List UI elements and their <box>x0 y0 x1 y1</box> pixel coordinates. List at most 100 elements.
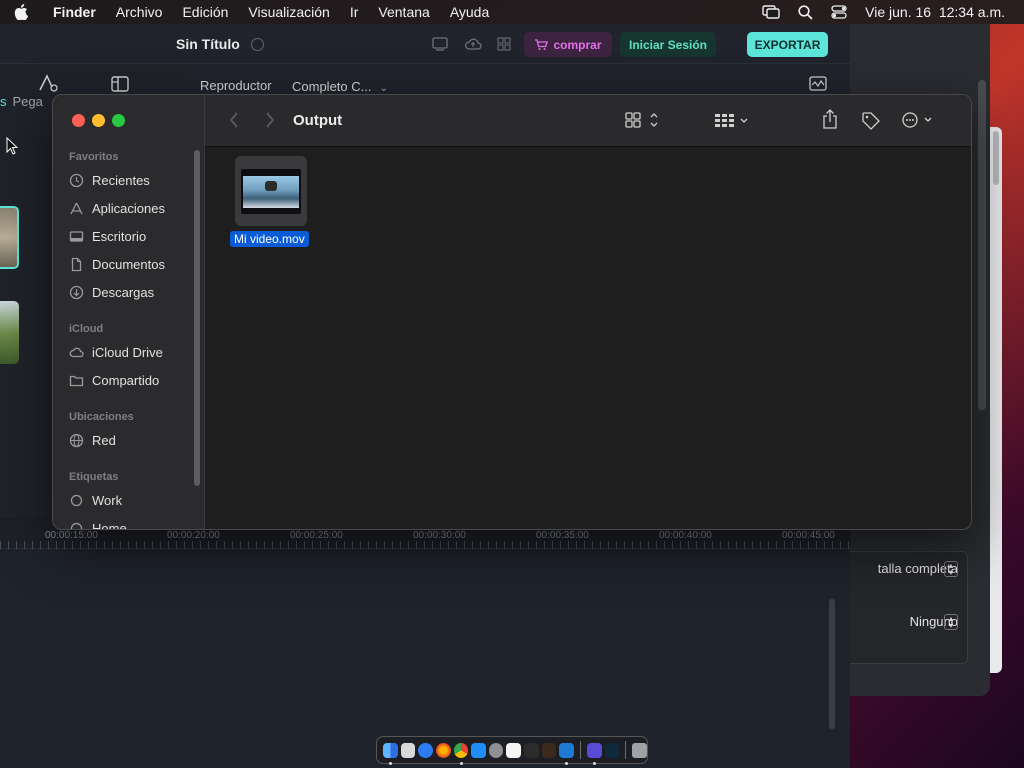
tab-pegatinas[interactable]: s Pega <box>0 94 43 109</box>
icon-view-icon[interactable] <box>625 112 661 128</box>
document-icon <box>71 257 82 271</box>
close-window-button[interactable] <box>72 114 85 127</box>
app-store-dock-icon[interactable] <box>471 742 486 758</box>
control-center-icon[interactable] <box>831 5 847 19</box>
notes-dock-icon[interactable] <box>506 742 522 758</box>
trash-icon[interactable] <box>632 742 647 758</box>
sidebar-item-label: Documentos <box>92 256 165 272</box>
sidebar-item-documentos[interactable]: Documentos <box>69 253 165 275</box>
finder-file-area[interactable]: Mi video.mov <box>205 147 971 529</box>
media-thumbnail[interactable] <box>0 301 19 364</box>
editor-dock-icon[interactable] <box>587 742 602 765</box>
chrome-dock-icon[interactable] <box>453 742 469 765</box>
firefox-dock-icon[interactable] <box>435 742 451 758</box>
login-button[interactable]: Iniciar Sesión <box>620 32 716 57</box>
menu-app-name[interactable]: Finder <box>53 4 96 20</box>
background-window-edge <box>990 127 1002 673</box>
mouse-pointer-icon <box>6 136 19 160</box>
dock <box>376 736 648 765</box>
background-scrollbar[interactable] <box>993 131 999 185</box>
menu-archivo[interactable]: Archivo <box>116 4 163 20</box>
display-mode-stepper-icon[interactable]: ▴ ▾ <box>944 561 958 577</box>
project-status-icon <box>251 38 264 51</box>
share-icon[interactable] <box>822 109 838 129</box>
media-dock-icon[interactable] <box>604 742 620 758</box>
timecode-label: 00:00:35:00 <box>536 530 589 541</box>
shared-folder-icon <box>69 375 84 386</box>
more-actions-icon[interactable] <box>902 112 936 128</box>
sidebar-item-tag-work[interactable]: Work <box>69 489 122 511</box>
menu-ir[interactable]: Ir <box>350 4 359 20</box>
spotlight-search-icon[interactable] <box>798 4 813 20</box>
menu-edicion[interactable]: Edición <box>182 4 228 20</box>
sidebar-item-label: Home <box>92 520 127 530</box>
zoom-window-button[interactable] <box>112 114 125 127</box>
minimize-window-button[interactable] <box>92 114 105 127</box>
desktop-icon <box>69 230 84 242</box>
waveform-monitor-icon[interactable] <box>809 76 827 96</box>
sidebar-item-label: Escritorio <box>92 228 147 244</box>
forward-chevron-icon[interactable] <box>265 112 275 128</box>
player-mode-select[interactable]: Completo C... ⌄ <box>292 79 388 94</box>
finder-window: Favoritos Recientes Aplicaciones Escrito… <box>52 94 972 530</box>
sidebar-item-descargas[interactable]: Descargas <box>69 281 154 303</box>
clock-icon <box>69 173 84 187</box>
sidebar-item-compartido[interactable]: Compartido <box>69 369 159 391</box>
screen-mirroring-icon[interactable] <box>762 5 780 19</box>
export-button[interactable]: EXPORTAR <box>747 32 828 57</box>
back-chevron-icon[interactable] <box>229 112 239 128</box>
network-globe-icon <box>69 433 84 447</box>
sidebar-item-recientes[interactable]: Recientes <box>69 169 150 191</box>
sidebar-item-label: Red <box>92 432 116 448</box>
finder-sidebar: Favoritos Recientes Aplicaciones Escrito… <box>53 95 205 530</box>
file-name-label[interactable]: Mi video.mov <box>230 231 309 247</box>
apple-menu-icon[interactable] <box>14 4 40 20</box>
group-by-icon[interactable] <box>714 112 750 128</box>
vscode-dock-icon[interactable] <box>559 742 575 765</box>
monitor-icon[interactable] <box>432 37 448 51</box>
dock-separator <box>625 741 627 759</box>
sidebar-item-red[interactable]: Red <box>69 429 116 451</box>
sidebar-item-tag-home[interactable]: Home <box>69 517 127 530</box>
grid-apps-icon[interactable] <box>497 37 513 51</box>
terminal-dock-icon[interactable] <box>524 742 539 758</box>
timecode-label: 00:00:30:00 <box>413 530 466 541</box>
sidebar-item-aplicaciones[interactable]: Aplicaciones <box>69 197 165 219</box>
option-stepper-icon[interactable]: ▴ ▾ <box>944 614 958 630</box>
system-settings-dock-icon[interactable] <box>488 742 504 758</box>
menu-visualizacion[interactable]: Visualización <box>248 4 329 20</box>
cart-icon <box>535 38 549 50</box>
menu-ventana[interactable]: Ventana <box>378 4 429 20</box>
timecode-label: 00:00:40:00 <box>659 530 712 541</box>
buy-button[interactable]: comprar <box>524 32 612 57</box>
timeline-scrollbar[interactable] <box>829 599 835 729</box>
applications-icon <box>70 202 83 214</box>
cloud-upload-icon[interactable] <box>464 37 482 51</box>
sidebar-item-label: Aplicaciones <box>92 200 165 216</box>
video-file-icon[interactable] <box>235 156 307 226</box>
player-label: Reproductor <box>200 78 272 93</box>
media-thumbnail-selected[interactable] <box>0 206 19 269</box>
tag-icon[interactable] <box>861 111 881 131</box>
menu-ayuda[interactable]: Ayuda <box>450 4 489 20</box>
sidebar-section-icloud: iCloud <box>69 323 104 335</box>
inspector-scrollbar[interactable] <box>978 80 986 410</box>
editor-titlebar: Sin Título comprar Iniciar Sesión EXPORT… <box>0 24 850 64</box>
project-title: Sin Título <box>176 36 240 52</box>
sidebar-item-escritorio[interactable]: Escritorio <box>69 225 146 247</box>
menubar-clock[interactable]: Vie jun. 16 12:34 a.m. <box>865 4 1005 20</box>
current-folder-title: Output <box>293 112 343 129</box>
download-icon <box>69 285 84 299</box>
sidebar-item-label: iCloud Drive <box>92 344 163 360</box>
timecode-label: 00:00:15:00 <box>45 530 98 541</box>
finder-dock-icon[interactable] <box>383 742 398 765</box>
timecode-label: 00:00:45:00 <box>782 530 835 541</box>
launchpad-dock-icon[interactable] <box>400 742 416 758</box>
paint-dock-icon[interactable] <box>541 742 557 758</box>
sidebar-scrollbar[interactable] <box>194 150 200 486</box>
tag-circle-icon <box>70 522 83 529</box>
timecode-label: 00:00:25:00 <box>290 530 343 541</box>
sidebar-item-icloud-drive[interactable]: iCloud Drive <box>69 341 163 363</box>
sidebar-item-label: Recientes <box>92 172 150 188</box>
safari-dock-icon[interactable] <box>418 742 433 758</box>
